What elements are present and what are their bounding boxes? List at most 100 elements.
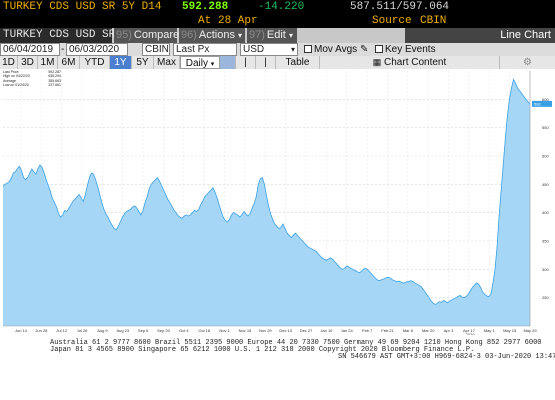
x-tick-label: Mar 6 xyxy=(403,328,414,333)
time-label: At xyxy=(198,15,212,27)
x-tick-label: May 15 xyxy=(503,328,517,333)
last-value-label: 592 xyxy=(534,101,541,106)
x-tick-label: Sep 6 xyxy=(138,328,149,333)
x-tick-label: Jul 26 xyxy=(77,328,88,333)
ticker-label: TURKEY CDS USD SR 5Y D14 xyxy=(3,1,162,13)
x-tick-label: Jan 24 xyxy=(341,328,354,333)
period-1y-button[interactable]: 1Y xyxy=(110,56,132,69)
x-tick-label: Feb 7 xyxy=(362,328,373,333)
frequency-value: Daily xyxy=(185,58,208,69)
chevron-down-icon: ▾ xyxy=(288,31,293,40)
x-tick-label: Jun 28 xyxy=(35,328,48,333)
x-tick-label: Nov 29 xyxy=(259,328,272,333)
edit-button[interactable]: 97) Edit ▾ xyxy=(247,28,297,43)
settings-button[interactable]: ⚙ xyxy=(500,56,555,69)
actions-button[interactable]: 96) Actions ▾ xyxy=(179,28,245,43)
start-date-field[interactable]: 06/04/2019 xyxy=(0,43,60,56)
draw-tool-button[interactable]: | xyxy=(236,56,256,69)
currency-value: USD xyxy=(243,44,265,55)
period-3d-button[interactable]: 3D xyxy=(18,56,38,69)
zoom-button[interactable]: | xyxy=(256,56,276,69)
y-tick-label: 350 xyxy=(542,239,549,244)
toolbar: TURKEY CDS USD SR 95) Compare 96) Actions … xyxy=(0,28,555,43)
y-tick-label: 550 xyxy=(542,125,549,130)
source-value: CBIN xyxy=(420,15,447,27)
source-field[interactable]: CBIN xyxy=(142,43,170,56)
chart-icon: ▦ xyxy=(372,57,382,67)
actions-label: Actions xyxy=(198,29,235,41)
y-tick-label: 300 xyxy=(542,267,549,272)
price-change: -14.220 xyxy=(258,1,305,13)
x-tick-label: Nov 1 xyxy=(219,328,230,333)
key-events-label: Key Events xyxy=(385,44,436,55)
x-tick-label: Oct 4 xyxy=(179,328,189,333)
period-5y-button[interactable]: 5Y xyxy=(132,56,154,69)
pipe-icon: | xyxy=(264,57,267,68)
date-separator: - xyxy=(61,44,65,55)
chart-content-button[interactable]: ▦ Chart Content xyxy=(320,56,500,69)
pipe-icon: | xyxy=(244,57,247,68)
y-tick-label: 500 xyxy=(542,154,549,159)
x-tick-label: May 29 xyxy=(523,328,537,333)
x-tick-label: Aug 9 xyxy=(97,328,108,333)
mov-avgs-checkbox[interactable]: Mov Avgs ✎ xyxy=(304,43,368,56)
footer-line-3: SN 546679 AST GMT+3:00 H969-6824-3 03-Ju… xyxy=(338,353,555,361)
x-tick-label: Dec 27 xyxy=(300,328,313,333)
period-max-button[interactable]: Max xyxy=(154,56,180,69)
x-tick-label: Nov 15 xyxy=(239,328,252,333)
y-tick-label: 400 xyxy=(542,210,549,215)
line-chart: 250300350400450500550600Jun 14 Jun 28 Jul … xyxy=(2,71,552,337)
frequency-dropdown[interactable]: Daily ▾ xyxy=(180,56,220,69)
x-tick-label: Jan 10 xyxy=(320,328,333,333)
price-type-field[interactable]: Last Px xyxy=(173,43,237,56)
fields-row: 06/04/2019 - 06/03/2020 CBIN Last Px USD… xyxy=(0,43,555,56)
x-tick-label: Dec 13 xyxy=(279,328,292,333)
y-tick-label: 250 xyxy=(542,295,549,300)
quote-subheader: At 28 Apr Source CBIN xyxy=(0,15,555,28)
source-label: Source xyxy=(372,15,412,27)
chart-type-label[interactable]: Line Chart xyxy=(405,28,555,43)
pencil-icon: ✎ xyxy=(359,44,369,55)
chevron-down-icon: ▾ xyxy=(238,31,243,40)
chart-area[interactable]: 250 300 350 400 450 500 550 600 Jun 14 Jun 28 Jul … xyxy=(0,69,555,337)
period-1d-button[interactable]: 1D xyxy=(0,56,18,69)
period-1m-button[interactable]: 1M xyxy=(38,56,58,69)
last-price: 592.288 xyxy=(182,1,229,13)
line-tool-button[interactable] xyxy=(220,56,236,69)
chevron-down-icon: ▾ xyxy=(210,61,215,68)
edit-number: 97) xyxy=(249,29,265,41)
period-ytd-button[interactable]: YTD xyxy=(80,56,110,69)
y-tick-label: 450 xyxy=(542,182,549,187)
currency-field[interactable]: USD ▾ xyxy=(240,43,298,56)
mov-avgs-label: Mov Avgs xyxy=(314,44,358,55)
x-tick-label: Apr 3 xyxy=(444,328,454,333)
end-date-field[interactable]: 06/03/2020 xyxy=(66,43,128,56)
quote-date: 28 Apr xyxy=(218,15,258,27)
quote-header: TURKEY CDS USD SR 5Y D14 592.288 -14.220… xyxy=(0,0,555,16)
table-button[interactable]: Table xyxy=(276,56,320,69)
security-title: TURKEY CDS USD SR xyxy=(0,28,115,43)
chart-content-label: Chart Content xyxy=(384,57,447,68)
checkbox-icon xyxy=(304,45,312,53)
edit-label: Edit xyxy=(266,29,286,41)
legend-label: Low on 01/24/20 xyxy=(3,82,29,87)
checkbox-icon xyxy=(375,45,383,53)
period-6m-button[interactable]: 6M xyxy=(58,56,80,69)
x-tick-label: Oct 18 xyxy=(198,328,211,333)
x-tick-label: Sep 20 xyxy=(157,328,170,333)
key-events-checkbox[interactable]: Key Events xyxy=(375,43,436,56)
x-tick-label: May 1 xyxy=(484,328,496,333)
compare-button[interactable]: 95) Compare xyxy=(114,28,179,43)
x-tick-label: Aug 23 xyxy=(116,328,129,333)
footer: Australia 61 2 9777 8600 Brazil 5511 239… xyxy=(0,335,555,400)
period-row: 1D 3D 1M 6M YTD 1Y 5Y Max Daily ▾ | | Ta… xyxy=(0,56,555,69)
compare-number: 95) xyxy=(116,29,132,41)
chart-legend: Last Price 592.287 High on 04/22/20 635.… xyxy=(3,70,61,87)
legend-value: 237.661 xyxy=(48,82,61,87)
legend-row: Low on 01/24/20 237.661 xyxy=(3,83,61,87)
actions-number: 96) xyxy=(181,29,197,41)
gear-icon: ⚙ xyxy=(523,57,532,68)
x-tick-label: Mar 20 xyxy=(422,328,435,333)
bid-ask: 587.511/597.064 xyxy=(350,1,450,13)
chevron-down-icon: ▾ xyxy=(290,45,295,54)
